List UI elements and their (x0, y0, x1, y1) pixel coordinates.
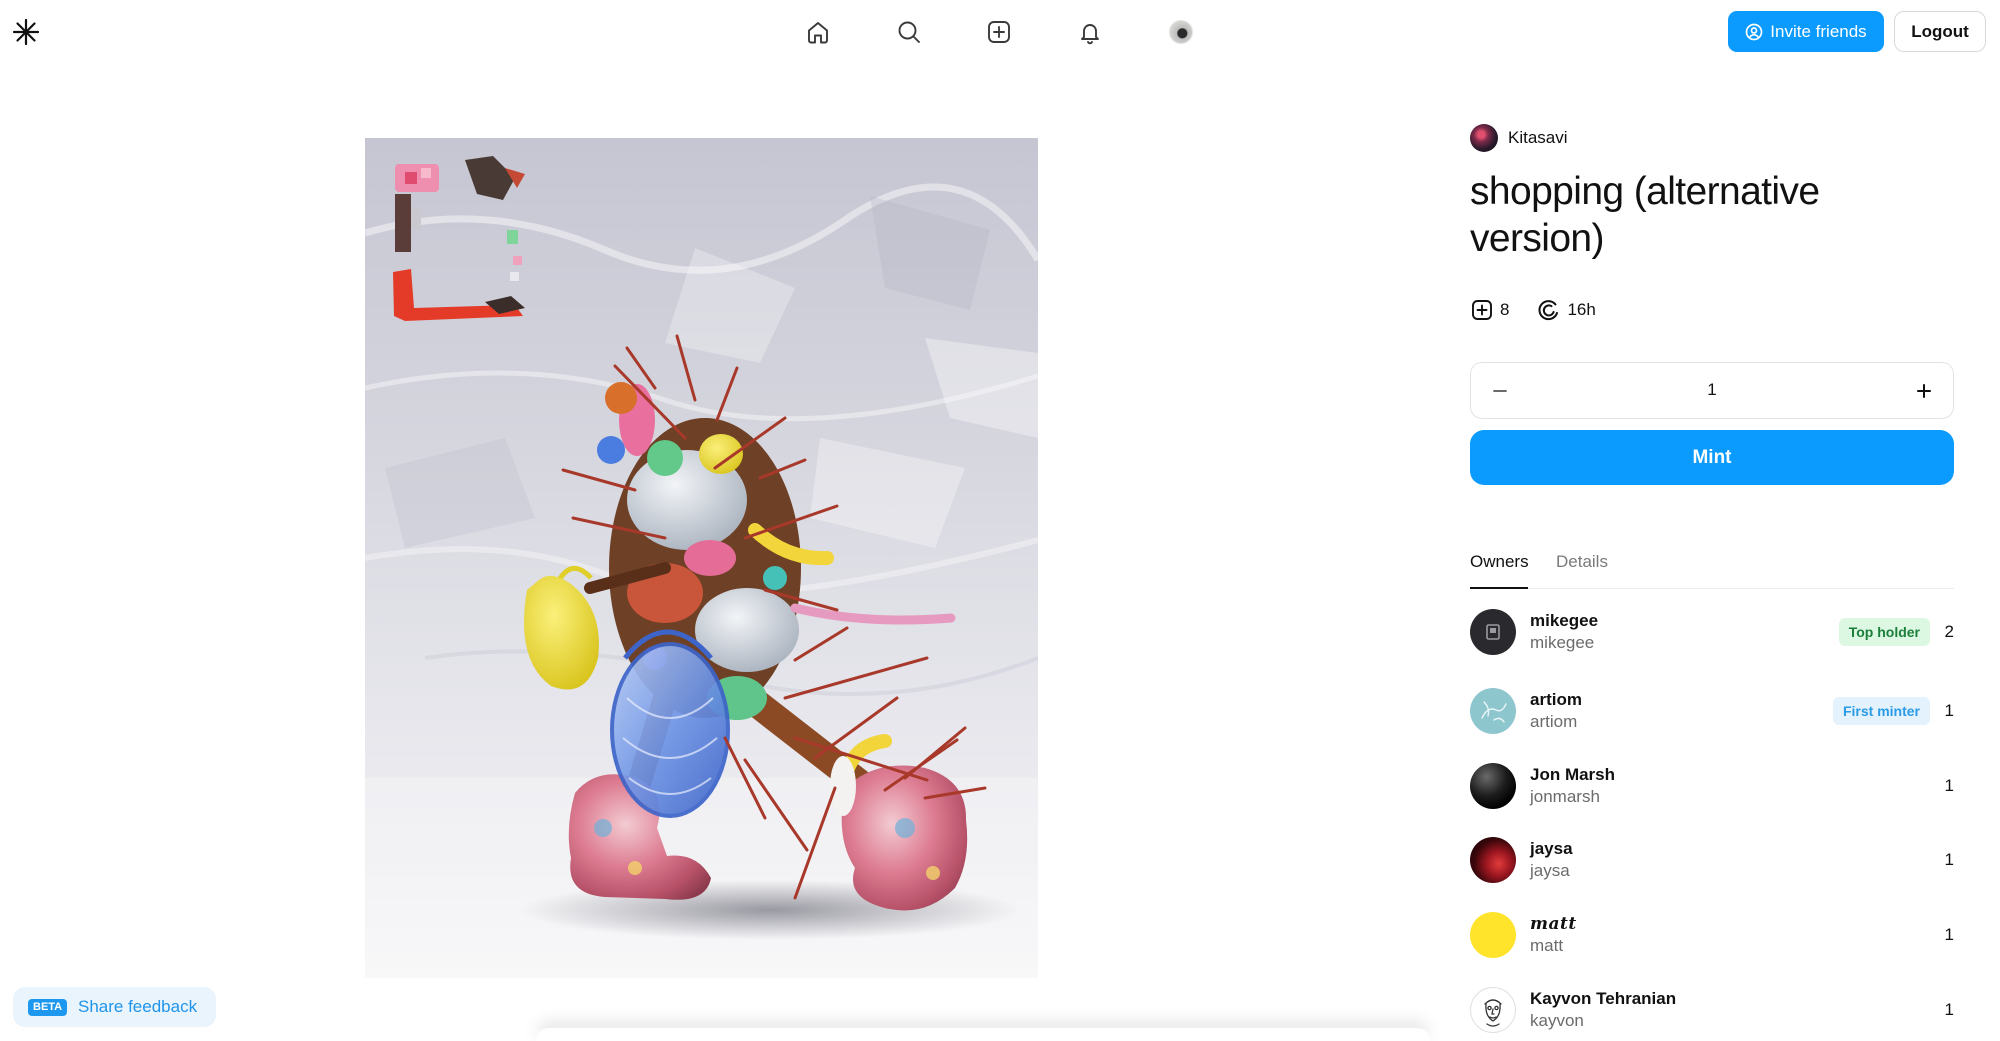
artist-link[interactable]: Kitasavi (1470, 124, 1568, 152)
top-holder-badge: Top holder (1838, 618, 1930, 646)
owner-handle: jaysa (1530, 861, 1570, 880)
quantity-stepper: 1 (1470, 362, 1954, 419)
owner-name: mikegee (1530, 611, 1599, 630)
invite-icon (1745, 23, 1763, 41)
owner-name: matt (1530, 914, 1577, 934)
create-icon[interactable] (985, 18, 1013, 46)
artwork-title: shopping (alternative version) (1470, 170, 1820, 260)
owner-handle: jonmarsh (1530, 787, 1600, 806)
mint-panel: Kitasavi shopping (alternative version) … (1470, 124, 1954, 1034)
owner-row[interactable]: matt matt 1 (1470, 912, 1954, 958)
owner-handle: kayvon (1530, 1011, 1584, 1030)
mint-button[interactable]: Mint (1470, 430, 1954, 485)
owner-avatar (1470, 912, 1516, 958)
owner-row[interactable]: Jon Marsh jonmarsh 1 (1470, 763, 1954, 809)
owner-avatar (1470, 837, 1516, 883)
owner-avatar (1470, 763, 1516, 809)
artist-avatar (1470, 124, 1498, 152)
owner-count: 2 (1944, 622, 1954, 641)
owner-name: Jon Marsh (1530, 765, 1616, 784)
tab-owners[interactable]: Owners (1470, 550, 1529, 574)
owner-handle: artiom (1530, 712, 1578, 731)
time-left-stat: 16h (1537, 298, 1596, 322)
home-icon[interactable] (804, 18, 832, 46)
mint-count-stat: 8 (1470, 298, 1509, 322)
logo-icon[interactable] (12, 18, 40, 46)
artist-name: Kitasavi (1508, 128, 1568, 147)
owner-avatar (1470, 987, 1516, 1033)
owner-count: 1 (1944, 1000, 1954, 1019)
share-feedback-label: Share feedback (78, 997, 198, 1016)
time-left: 16h (1567, 300, 1596, 319)
owner-handle: mikegee (1530, 633, 1595, 652)
search-icon[interactable] (895, 18, 923, 46)
logout-button[interactable]: Logout (1894, 11, 1986, 52)
owner-row[interactable]: artiom artiom First minter 1 (1470, 688, 1954, 734)
owner-name: jaysa (1530, 839, 1573, 858)
owner-avatar (1470, 609, 1516, 655)
invite-label: Invite friends (1770, 21, 1867, 41)
mint-count: 8 (1500, 300, 1510, 319)
profile-avatar[interactable] (1169, 20, 1193, 44)
quantity-value[interactable]: 1 (1471, 363, 1953, 417)
owner-count: 1 (1944, 850, 1954, 869)
owner-row[interactable]: Kayvon Tehranian kayvon 1 (1470, 987, 1954, 1033)
tab-divider (1470, 588, 1954, 589)
owner-handle: matt (1530, 936, 1564, 955)
increase-quantity-button[interactable] (1910, 377, 1938, 405)
bottom-sheet-edge (536, 1028, 1430, 1041)
mint-count-icon (1470, 298, 1494, 322)
owner-count: 1 (1944, 925, 1954, 944)
artwork-image[interactable] (365, 138, 1038, 978)
active-tab-indicator (1470, 587, 1528, 589)
owner-row[interactable]: jaysa jaysa 1 (1470, 837, 1954, 883)
owner-count: 1 (1944, 776, 1954, 795)
artwork-stats: 8 16h (1470, 298, 1596, 322)
owner-row[interactable]: mikegee mikegee Top holder 2 (1470, 609, 1954, 655)
beta-badge: BETA (28, 999, 68, 1016)
owner-count: 1 (1944, 701, 1954, 720)
invite-friends-button[interactable]: Invite friends (1728, 11, 1884, 52)
owner-name: artiom (1530, 690, 1582, 709)
owner-avatar (1470, 688, 1516, 734)
timer-icon (1537, 298, 1561, 322)
notifications-icon[interactable] (1076, 18, 1104, 46)
owner-name: Kayvon Tehranian (1530, 989, 1677, 1008)
tab-details[interactable]: Details (1556, 550, 1608, 574)
first-minter-badge: First minter (1832, 697, 1930, 725)
share-feedback-button[interactable]: BETA Share feedback (13, 987, 216, 1027)
